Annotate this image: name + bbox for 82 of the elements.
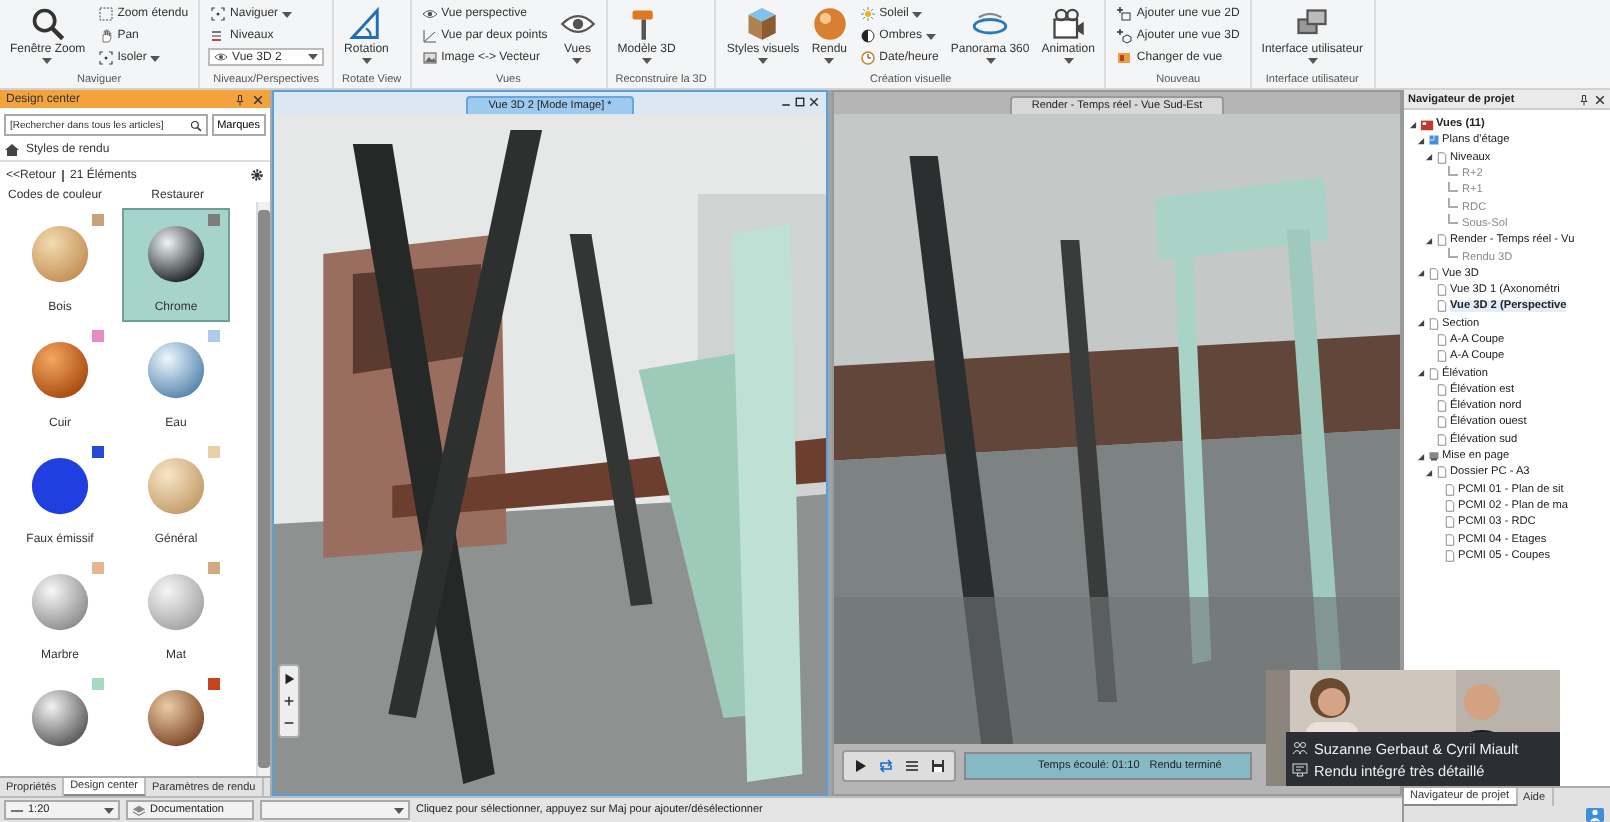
expander-icon[interactable]: [1416, 268, 1426, 279]
angle-icon: [421, 28, 438, 44]
material-sphere-icon: [30, 340, 90, 400]
sun-icon: [859, 6, 876, 22]
printer-icon: [1428, 450, 1440, 463]
camera-icon: [1050, 6, 1087, 42]
expander-icon[interactable]: [1416, 135, 1426, 146]
expander-icon[interactable]: [1408, 119, 1418, 130]
material-sphere-icon: [146, 224, 206, 284]
magnifier-icon: [29, 6, 66, 42]
home-icon[interactable]: [4, 142, 20, 158]
close-icon[interactable]: [252, 93, 264, 105]
settings-icon[interactable]: [250, 168, 264, 182]
swap-icon: [1116, 50, 1133, 66]
levels-icon: [210, 28, 227, 44]
expander-icon[interactable]: [1424, 467, 1434, 478]
search-icon: [189, 119, 202, 131]
material-sphere-icon: [30, 572, 90, 632]
plus-square-icon: [1116, 6, 1133, 22]
triangle-icon: [348, 6, 385, 42]
caret-icon: [282, 11, 293, 17]
caret-icon: [985, 58, 996, 64]
loop-icon[interactable]: [878, 758, 894, 774]
caret-icon: [757, 58, 768, 64]
caret-icon: [641, 58, 652, 64]
caret-icon: [912, 11, 923, 17]
image-icon: [421, 50, 438, 66]
caret-icon: [1063, 58, 1074, 64]
zoom-out-icon[interactable]: [282, 716, 296, 730]
expander-icon[interactable]: [1424, 235, 1434, 246]
pin-icon[interactable]: [1578, 93, 1590, 105]
page-icon: [1436, 234, 1448, 247]
presentation-icon: [1292, 762, 1308, 778]
material-sphere-icon: [30, 688, 90, 748]
people-icon: [1292, 740, 1308, 756]
cube-icon: [744, 6, 781, 42]
expander-icon[interactable]: [1416, 318, 1426, 329]
caret-icon: [150, 55, 161, 61]
material-sphere-icon: [146, 572, 206, 632]
expander-icon[interactable]: [1424, 152, 1434, 163]
maximize-icon[interactable]: [794, 96, 806, 108]
close-icon[interactable]: [808, 96, 820, 108]
material-sphere-icon: [30, 224, 90, 284]
caret-icon: [394, 807, 404, 813]
scrollbar[interactable]: [256, 202, 270, 776]
user-icon: [1588, 807, 1602, 821]
views-folder-icon: [1420, 117, 1434, 132]
caret-icon: [926, 33, 937, 39]
material-sphere-icon: [146, 688, 206, 748]
sphere-icon: [811, 6, 848, 42]
caret-icon: [308, 54, 319, 60]
material-sphere-icon: [30, 456, 90, 516]
expander-icon[interactable]: [1416, 451, 1426, 462]
user-button[interactable]: [1586, 807, 1604, 821]
play-icon[interactable]: [852, 758, 868, 774]
material-sphere-icon: [146, 456, 206, 516]
caret-icon: [824, 58, 835, 64]
plus-cube-icon: [1116, 28, 1133, 44]
zoom-in-icon[interactable]: [282, 694, 296, 708]
caret-icon: [42, 58, 53, 64]
caret-icon: [1307, 58, 1318, 64]
caret-icon: [104, 807, 114, 813]
caret-icon: [572, 58, 583, 64]
expander-icon[interactable]: [1416, 368, 1426, 379]
material-sphere-icon: [146, 340, 206, 400]
page-icon: [1436, 151, 1448, 164]
target-icon: [210, 6, 227, 22]
clock-icon: [859, 50, 876, 66]
layers-icon: [132, 803, 146, 817]
eye-icon: [421, 6, 438, 22]
shadow-icon: [859, 28, 876, 44]
eye-icon: [214, 50, 229, 64]
frame-icon: [97, 6, 114, 22]
save-icon[interactable]: [930, 758, 946, 774]
pan-arrow-icon[interactable]: [282, 672, 296, 686]
caret-icon: [361, 58, 372, 64]
menu-icon[interactable]: [904, 758, 920, 774]
floor-plan-icon: [1428, 134, 1440, 147]
hand-icon: [97, 28, 114, 44]
target-icon: [97, 50, 114, 66]
close-icon[interactable]: [1594, 93, 1606, 105]
pin-icon[interactable]: [234, 93, 246, 105]
